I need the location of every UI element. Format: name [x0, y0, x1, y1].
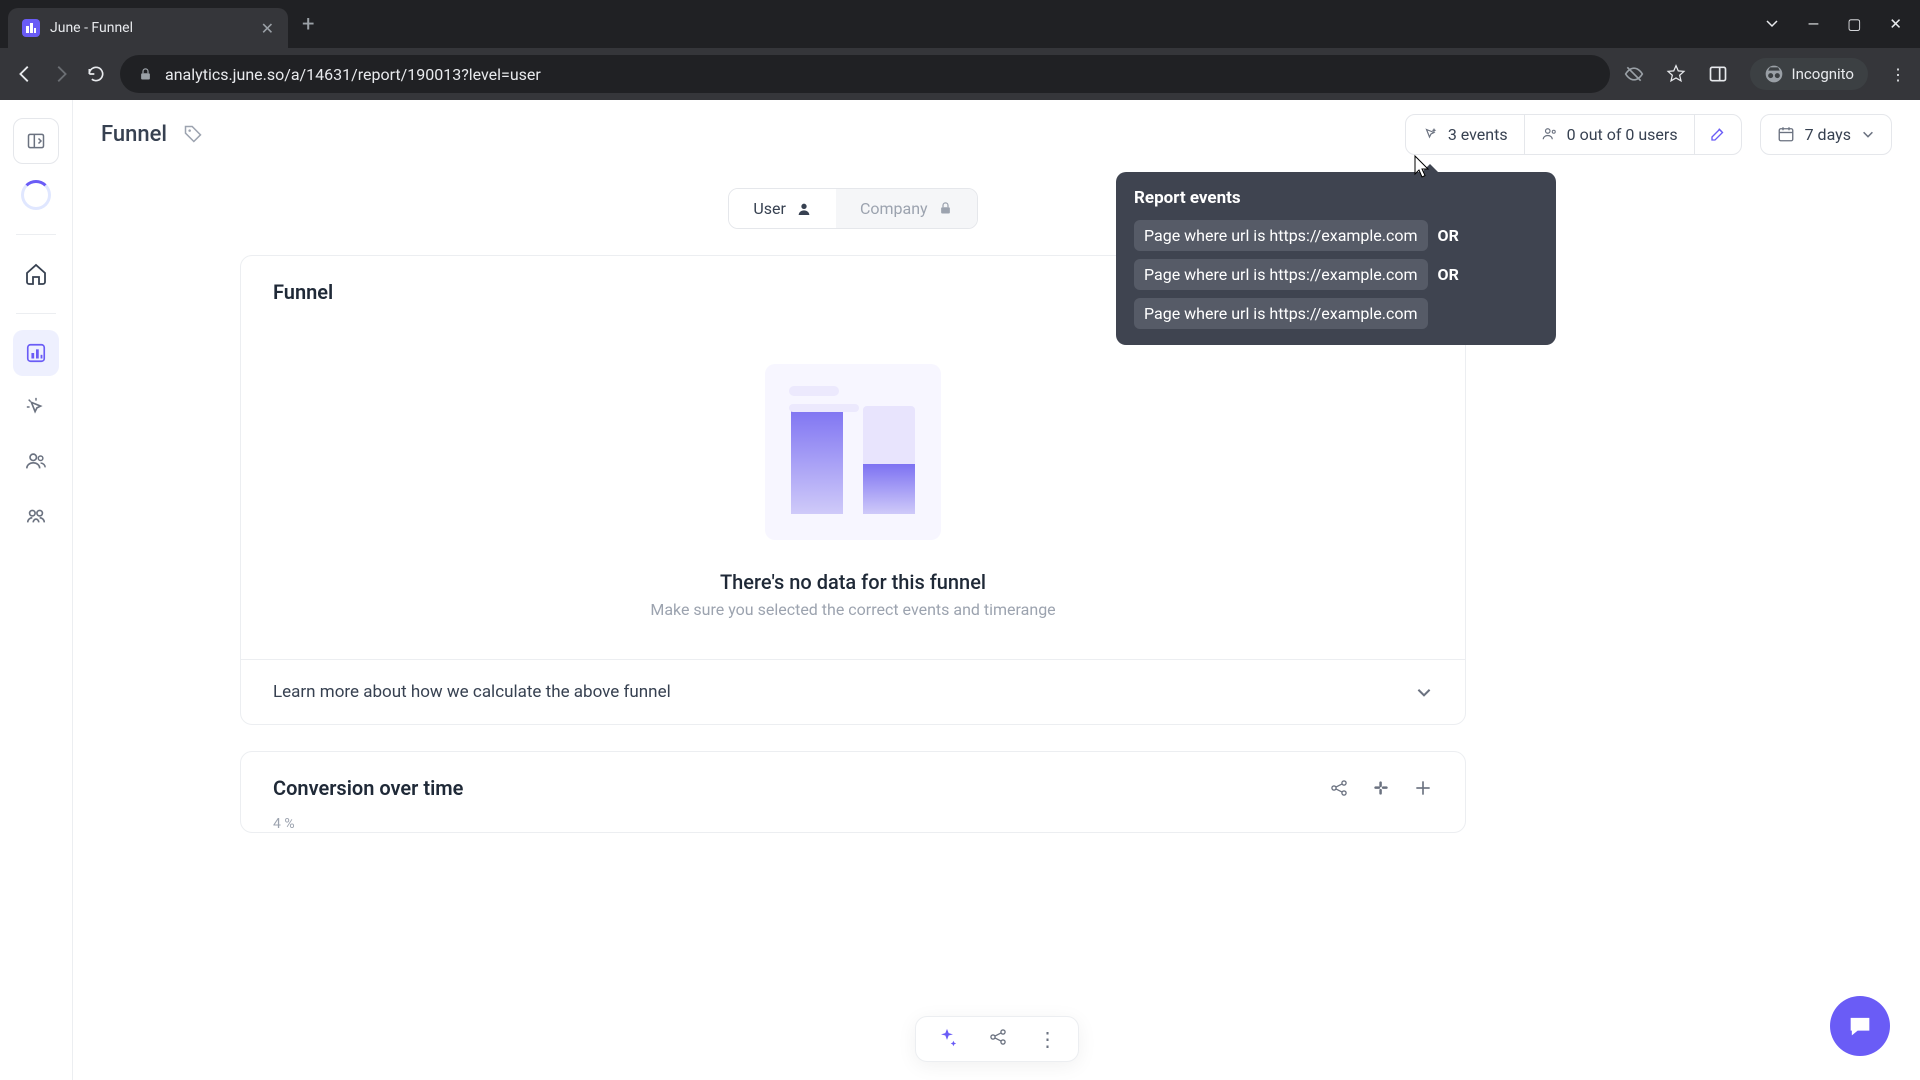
tab-title: June - Funnel [50, 20, 251, 36]
chart-icon [25, 342, 47, 364]
level-user-label: User [753, 199, 786, 218]
sidebar-divider [16, 313, 56, 314]
side-panel-icon[interactable] [1708, 64, 1728, 84]
users-count: 0 out of 0 users [1567, 125, 1678, 144]
events-pill[interactable]: 3 events [1406, 115, 1524, 154]
chat-icon [1846, 1012, 1874, 1040]
sidebar-loading [13, 172, 59, 218]
close-window-icon[interactable]: ✕ [1889, 15, 1902, 33]
chat-fab[interactable] [1830, 996, 1890, 1056]
sidebar-item-events[interactable] [13, 384, 59, 430]
minimize-icon[interactable]: — [1808, 15, 1820, 33]
report-setup-group: 3 events 0 out of 0 users [1405, 114, 1742, 155]
sidebar-divider [16, 234, 56, 235]
spinner-icon [21, 180, 51, 210]
tooltip-event-row: Page where url is https://example.com [1134, 298, 1538, 329]
share-button[interactable] [988, 1027, 1008, 1051]
edit-setup-button[interactable] [1694, 115, 1741, 154]
empty-subtext: Make sure you selected the correct event… [650, 600, 1055, 619]
level-company-button[interactable]: Company [836, 189, 977, 228]
home-icon [24, 262, 48, 286]
back-icon[interactable] [14, 63, 36, 85]
incognito-icon [1764, 64, 1784, 84]
forward-icon [50, 63, 72, 85]
report-events-tooltip: Report events Page where url is https://… [1116, 172, 1556, 345]
url-text: analytics.june.so/a/14631/report/190013?… [165, 65, 541, 84]
slack-icon[interactable] [1371, 778, 1391, 798]
ai-sparkle-button[interactable] [936, 1027, 958, 1051]
event-chip: Page where url is https://example.com [1134, 259, 1428, 290]
level-company-label: Company [860, 199, 928, 218]
sidebar-item-companies[interactable] [13, 492, 59, 538]
lock-icon [138, 67, 153, 82]
funnel-empty-state: There's no data for this funnel Make sur… [241, 314, 1465, 659]
conversion-title: Conversion over time [273, 776, 463, 800]
incognito-badge[interactable]: Incognito [1750, 58, 1868, 90]
browser-tab-strip: June - Funnel ✕ + — ▢ ✕ [0, 0, 1920, 48]
sidebar-item-home[interactable] [13, 251, 59, 297]
browser-address-bar: analytics.june.so/a/14631/report/190013?… [0, 48, 1920, 100]
share-icon[interactable] [1329, 778, 1349, 798]
new-tab-button[interactable]: + [302, 12, 314, 37]
favicon [22, 19, 40, 37]
page-title: Funnel [101, 122, 167, 147]
tooltip-title: Report events [1134, 188, 1538, 208]
event-chip: Page where url is https://example.com [1134, 220, 1428, 251]
empty-heading: There's no data for this funnel [720, 570, 986, 594]
user-icon [796, 201, 812, 217]
topbar: Funnel 3 events 0 out of 0 users [73, 100, 1920, 168]
lock-icon [938, 201, 953, 216]
maximize-icon[interactable]: ▢ [1847, 15, 1861, 33]
sidebar-item-users[interactable] [13, 438, 59, 484]
tooltip-event-row: Page where url is https://example.com OR [1134, 259, 1538, 290]
sidebar [0, 100, 73, 1080]
events-count: 3 events [1448, 125, 1508, 144]
bookmark-star-icon[interactable] [1666, 64, 1686, 84]
tag-icon[interactable] [183, 124, 203, 144]
browser-tab-active[interactable]: June - Funnel ✕ [8, 8, 288, 48]
conversion-yaxis-label: 4 % [241, 810, 1465, 832]
cursor-sparkle-icon [1422, 125, 1440, 143]
sidebar-collapse-button[interactable] [13, 118, 59, 164]
company-group-icon [25, 504, 47, 526]
level-user-button[interactable]: User [729, 189, 836, 228]
window-controls: — ▢ ✕ [1764, 15, 1912, 33]
users-icon [25, 450, 47, 472]
edit-icon [1709, 125, 1727, 143]
main-content: Funnel 3 events 0 out of 0 users [73, 100, 1920, 1080]
date-range-picker[interactable]: 7 days [1760, 114, 1892, 155]
incognito-label: Incognito [1792, 65, 1854, 83]
date-range-label: 7 days [1805, 125, 1851, 144]
event-chip: Page where url is https://example.com [1134, 298, 1428, 329]
add-icon[interactable] [1413, 778, 1433, 798]
learn-more-toggle[interactable]: Learn more about how we calculate the ab… [241, 659, 1465, 724]
cursor-click-icon [25, 396, 47, 418]
calendar-icon [1777, 125, 1795, 143]
event-or: OR [1438, 226, 1459, 245]
eye-off-icon[interactable] [1624, 64, 1644, 84]
chevron-down-icon [1415, 683, 1433, 701]
event-or: OR [1438, 265, 1459, 284]
funnel-empty-illustration [765, 364, 941, 540]
learn-more-label: Learn more about how we calculate the ab… [273, 682, 671, 702]
conversion-card: Conversion over time 4 % [240, 751, 1466, 833]
users-pill[interactable]: 0 out of 0 users [1524, 115, 1694, 154]
sidebar-item-reports[interactable] [13, 330, 59, 376]
tooltip-event-row: Page where url is https://example.com OR [1134, 220, 1538, 251]
more-menu-button[interactable]: ⋮ [1038, 1027, 1058, 1051]
reload-icon[interactable] [86, 64, 106, 84]
url-input[interactable]: analytics.june.so/a/14631/report/190013?… [120, 55, 1610, 93]
floating-toolbar: ⋮ [915, 1016, 1079, 1062]
chevron-down-icon [1861, 127, 1875, 141]
users-icon [1541, 125, 1559, 143]
tabs-dropdown-icon[interactable] [1764, 15, 1780, 33]
browser-menu-icon[interactable]: ⋮ [1890, 65, 1906, 84]
tab-close-icon[interactable]: ✕ [261, 19, 274, 38]
